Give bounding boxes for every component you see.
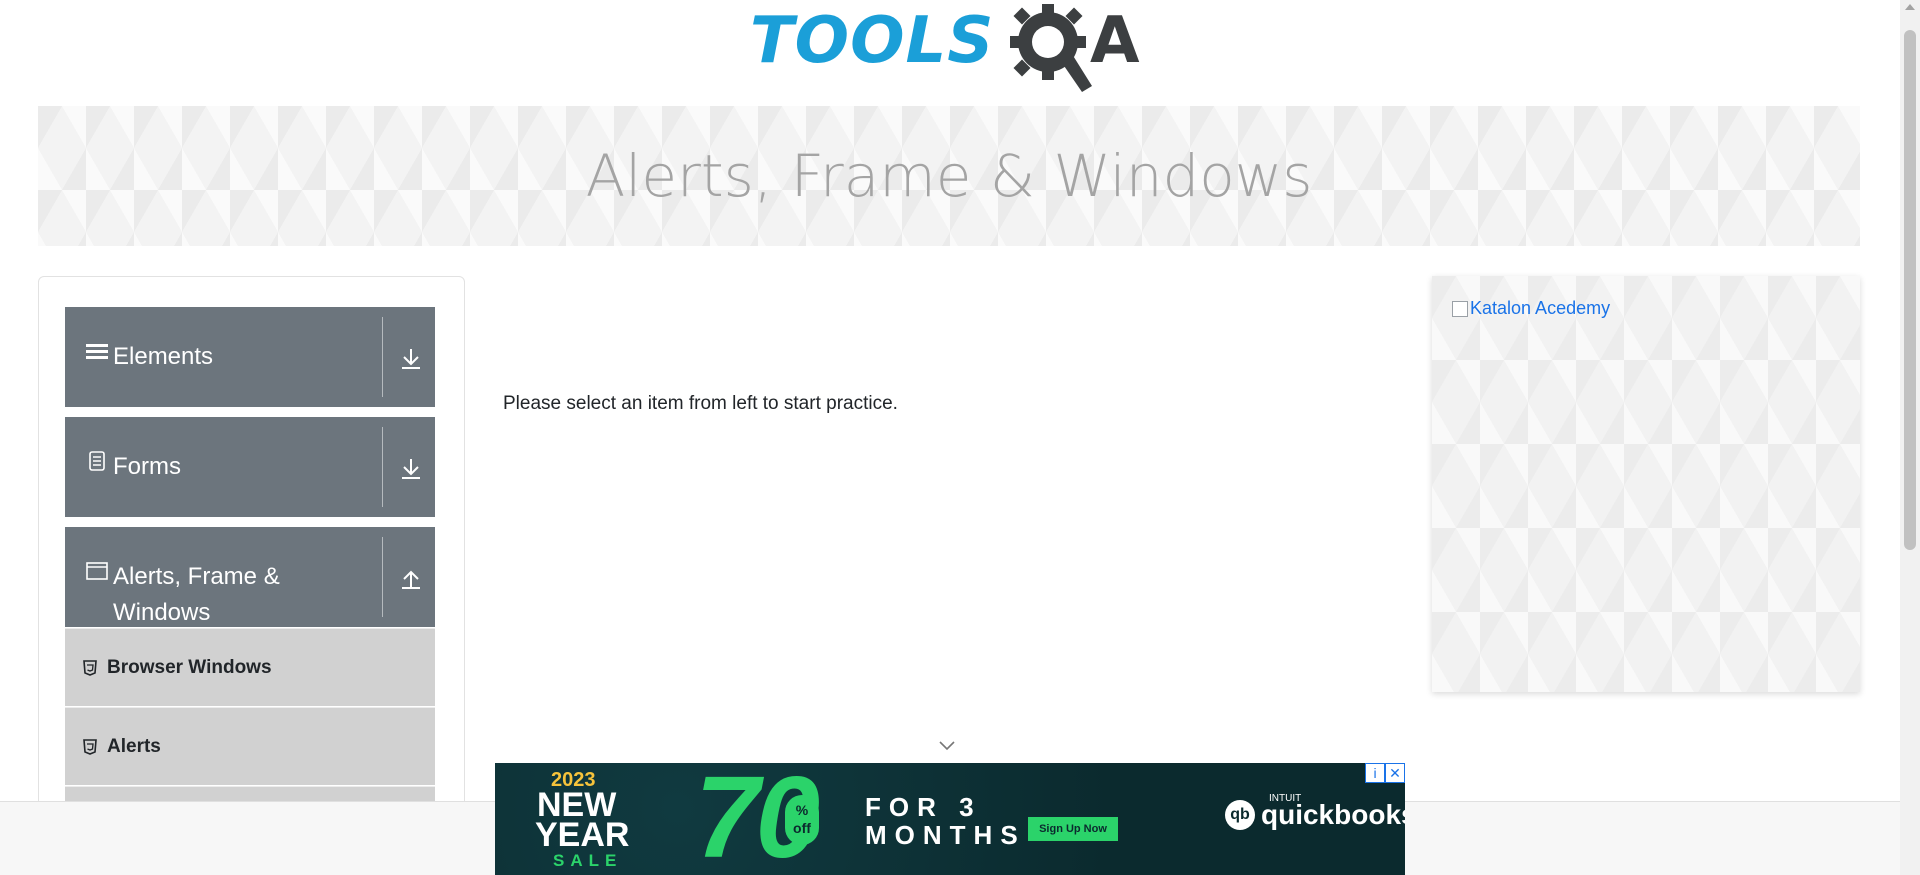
sidebar: Elements Forms Alerts, Frame & Windows B…: [38, 276, 465, 875]
sidebar-item-alerts[interactable]: Alerts: [65, 707, 435, 785]
quickbooks-logo: qb INTUIT quickbooks: [1225, 793, 1405, 831]
page-banner: Alerts, Frame & Windows: [38, 106, 1860, 246]
sidebar-group-elements[interactable]: Elements: [65, 307, 435, 407]
ad-controls: i ✕: [1365, 763, 1405, 783]
download-icon[interactable]: [397, 345, 425, 373]
page-title: Alerts, Frame & Windows: [585, 142, 1313, 210]
quickbooks-badge-icon: qb: [1225, 800, 1255, 830]
download-icon[interactable]: [397, 455, 425, 483]
divider: [382, 427, 383, 507]
document-icon: [85, 449, 109, 473]
ad-info-icon[interactable]: i: [1365, 763, 1385, 783]
sidebar-item-browser-windows[interactable]: Browser Windows: [65, 628, 435, 706]
quickbooks-ad-banner[interactable]: i ✕ 2023 NEW YEAR SALE 70 % off FOR 3 MO…: [495, 763, 1405, 875]
chevron-down-icon[interactable]: [937, 740, 957, 752]
ad-brand-small: INTUIT: [1269, 793, 1302, 804]
ad-signup-button[interactable]: Sign Up Now: [1028, 817, 1118, 841]
html5-icon: [81, 659, 99, 677]
ad-offer-line2: MONTHS: [865, 820, 1026, 850]
sidebar-group-forms[interactable]: Forms: [65, 417, 435, 517]
divider: [382, 537, 383, 617]
broken-image-icon: [1452, 300, 1468, 317]
gear-icon: [1010, 4, 1092, 92]
divider: [382, 317, 383, 397]
page-scrollbar[interactable]: [1900, 0, 1920, 875]
upload-icon[interactable]: [397, 565, 425, 593]
sidebar-group-label: Forms: [113, 453, 181, 480]
sidebar-ad-panel[interactable]: Katalon Acedemy: [1432, 276, 1860, 692]
ad-percent-badge: % off: [785, 795, 819, 845]
ad-offer-line1: FOR 3: [865, 792, 982, 822]
toolsqa-logo[interactable]: TOOLS A: [750, 0, 1150, 95]
logo-text-tools: TOOLS: [750, 4, 995, 78]
ad-close-icon[interactable]: ✕: [1385, 763, 1405, 783]
ad-sale: SALE: [553, 851, 623, 870]
site-header: TOOLS A: [0, 0, 1900, 100]
scrollbar-thumb[interactable]: [1904, 30, 1916, 550]
window-icon: [85, 559, 109, 583]
sidebar-group-alerts-frame-windows[interactable]: Alerts, Frame & Windows: [65, 527, 435, 627]
katalon-ad-link[interactable]: Katalon Acedemy: [1452, 298, 1610, 319]
scroll-up-icon[interactable]: [1905, 4, 1915, 10]
sidebar-group-label: Elements: [113, 343, 214, 370]
ad-percent-symbol: %: [795, 802, 809, 818]
practice-instruction: Please select an item from left to start…: [503, 393, 898, 414]
ad-percent-off: off: [793, 820, 811, 836]
sidebar-item-label: Browser Windows: [107, 656, 272, 678]
html5-icon: [81, 738, 99, 756]
sidebar-item-label: Alerts: [107, 735, 161, 757]
hamburger-icon: [85, 339, 109, 363]
sidebar-group-label: Alerts, Frame & Windows: [113, 563, 280, 626]
katalon-ad-alt-text: Katalon Acedemy: [1470, 298, 1611, 318]
ad-offer-text: FOR 3 MONTHS: [865, 793, 1026, 849]
logo-text-a: A: [1090, 4, 1140, 78]
ad-line-year: YEAR: [535, 816, 630, 854]
